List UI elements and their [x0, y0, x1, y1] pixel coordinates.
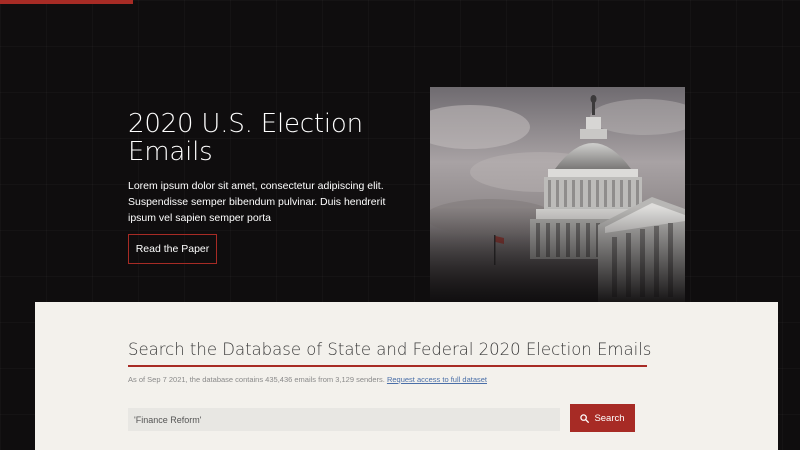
- search-title: Search the Database of State and Federal…: [128, 340, 652, 359]
- database-info: As of Sep 7 2021, the database contains …: [128, 374, 628, 386]
- hero-title: 2020 U.S. Election Emails: [128, 109, 363, 167]
- search-panel: Search the Database of State and Federal…: [35, 302, 778, 450]
- read-paper-button[interactable]: Read the Paper: [128, 234, 217, 264]
- top-accent-bar: [0, 0, 133, 4]
- database-info-text: As of Sep 7 2021, the database contains …: [128, 375, 385, 384]
- hero-description: Lorem ipsum dolor sit amet, consectetur …: [128, 180, 386, 224]
- search-icon: [580, 413, 590, 423]
- search-button[interactable]: Search: [570, 404, 635, 432]
- request-access-link[interactable]: Request access to full dataset: [387, 375, 487, 384]
- search-button-label: Search: [594, 412, 625, 424]
- title-underline: [128, 365, 647, 367]
- capitol-building-image: [430, 87, 685, 302]
- search-input[interactable]: [128, 408, 560, 431]
